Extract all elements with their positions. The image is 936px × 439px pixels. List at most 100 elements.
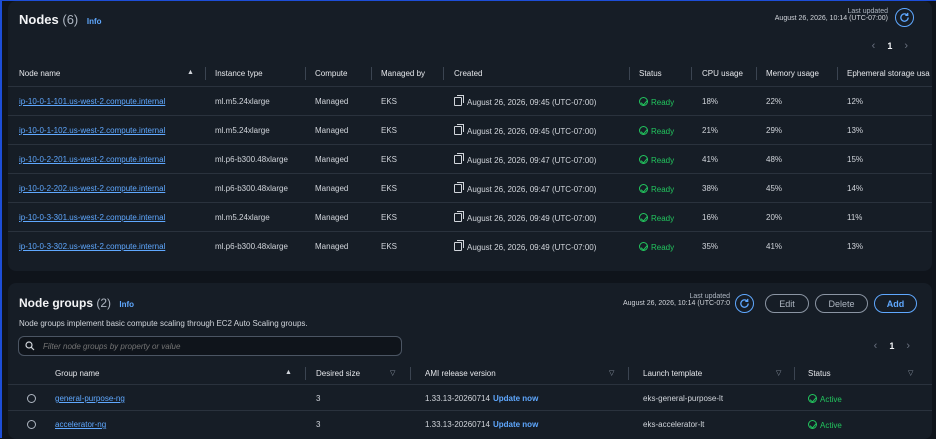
node-name-link[interactable]: ip-10-0-2-202.us-west-2.compute.internal: [19, 184, 165, 193]
sort-icon[interactable]: ▽: [609, 369, 614, 377]
chevron-left-icon[interactable]: ‹: [874, 340, 878, 352]
instance-type: ml.p6-b300.48xlarge: [215, 155, 288, 164]
col-compute[interactable]: Compute: [315, 69, 347, 78]
filter-input[interactable]: [43, 341, 383, 351]
column-divider: [629, 67, 630, 80]
sort-icon[interactable]: ▽: [908, 369, 913, 377]
status-text: Ready: [651, 243, 675, 252]
last-updated-value: August 26, 2026, 10:14 (UTC-07:00): [774, 15, 888, 22]
node-name-link[interactable]: ip-10-0-2-201.us-west-2.compute.internal: [19, 155, 165, 164]
nodes-info-link[interactable]: Info: [87, 17, 102, 26]
node-groups-refresh-button[interactable]: [735, 294, 754, 313]
column-divider: [628, 367, 629, 380]
col-launch-template[interactable]: Launch template: [643, 369, 702, 378]
instance-type: ml.p6-b300.48xlarge: [215, 242, 288, 251]
table-row: accelerator-ng 3 1.33.13-20260714 Update …: [8, 410, 932, 436]
created: August 26, 2026, 09:47 (UTC-07:00): [454, 153, 597, 165]
status-ok-icon: [639, 155, 648, 164]
group-name-link[interactable]: general-purpose-ng: [55, 394, 125, 403]
filter-bar[interactable]: [18, 336, 402, 356]
node-groups-info-link[interactable]: Info: [119, 300, 134, 309]
table-row: general-purpose-ng 3 1.33.13-20260714 Upd…: [8, 384, 932, 410]
edit-button[interactable]: Edit: [765, 294, 809, 313]
status-ok-icon: [639, 97, 648, 106]
group-name-link[interactable]: accelerator-ng: [55, 420, 106, 429]
page-number[interactable]: 1: [889, 341, 894, 351]
compute: Managed: [315, 155, 349, 164]
copy-icon[interactable]: [454, 95, 464, 106]
col-memory-usage[interactable]: Memory usage: [766, 69, 819, 78]
column-divider: [691, 67, 692, 80]
col-managed-by[interactable]: Managed by: [381, 69, 425, 78]
sort-icon[interactable]: ▽: [776, 369, 781, 377]
created: August 26, 2026, 09:45 (UTC-07:00): [454, 95, 596, 107]
ami-release-version: 1.33.13-20260714 Update now: [425, 394, 538, 403]
col-group-name[interactable]: Group name: [55, 369, 99, 378]
col-instance-type[interactable]: Instance type: [215, 69, 263, 78]
col-cpu-usage[interactable]: CPU usage: [702, 69, 743, 78]
status-ok-icon: [639, 213, 648, 222]
last-updated-value: August 26, 2026, 10:14 (UTC-07:0: [622, 300, 730, 307]
sort-ascending-icon[interactable]: ▲: [285, 369, 292, 376]
status-text: Active: [820, 395, 842, 404]
node-name-link[interactable]: ip-10-0-3-301.us-west-2.compute.internal: [19, 213, 165, 222]
row-radio-button[interactable]: [27, 420, 36, 429]
launch-template: eks-accelerator-lt: [643, 420, 705, 429]
row-radio-button[interactable]: [27, 394, 36, 403]
status-ok-icon: [808, 420, 817, 429]
compute: Managed: [315, 126, 349, 135]
node-groups-panel: Node groups (2) Info Node groups impleme…: [8, 283, 932, 439]
ami-version-text: 1.33.13-20260714: [425, 420, 490, 429]
col-status[interactable]: Status: [808, 369, 831, 378]
storage-usage: 13%: [847, 126, 864, 135]
created: August 26, 2026, 09:49 (UTC-07:00): [454, 240, 596, 252]
launch-template: eks-general-purpose-lt: [643, 394, 724, 403]
status-ok-icon: [639, 184, 648, 193]
cpu-usage: 18%: [702, 97, 719, 106]
managed-by: EKS: [381, 184, 398, 193]
managed-by: EKS: [381, 97, 398, 106]
node-name-link[interactable]: ip-10-0-1-102.us-west-2.compute.internal: [19, 126, 165, 135]
col-created[interactable]: Created: [454, 69, 482, 78]
col-status[interactable]: Status: [639, 69, 662, 78]
instance-type: ml.m5.24xlarge: [215, 126, 270, 135]
copy-icon[interactable]: [454, 153, 464, 164]
managed-by: EKS: [381, 126, 398, 135]
created: August 26, 2026, 09:47 (UTC-07:00): [454, 182, 596, 194]
col-ami-release-version[interactable]: AMI release version: [425, 369, 496, 378]
copy-icon[interactable]: [454, 240, 464, 251]
add-button[interactable]: Add: [874, 294, 917, 313]
nodes-title: Nodes (6) Info: [19, 12, 102, 27]
memory-usage: 48%: [766, 155, 783, 164]
chevron-right-icon[interactable]: ›: [906, 340, 910, 352]
memory-usage: 29%: [766, 126, 783, 135]
node-name-link[interactable]: ip-10-0-3-302.us-west-2.compute.internal: [19, 242, 165, 251]
copy-icon[interactable]: [454, 211, 464, 222]
copy-icon[interactable]: [454, 182, 464, 193]
table-row: ip-10-0-3-301.us-west-2.compute.internal…: [8, 202, 932, 231]
col-desired-size[interactable]: Desired size: [316, 369, 360, 378]
node-name-link[interactable]: ip-10-0-1-101.us-west-2.compute.internal: [19, 97, 165, 106]
page-number[interactable]: 1: [887, 41, 892, 51]
delete-button[interactable]: Delete: [815, 294, 868, 313]
compute: Managed: [315, 97, 349, 106]
copy-icon[interactable]: [454, 124, 464, 135]
sort-icon[interactable]: ▽: [390, 369, 395, 377]
update-now-link[interactable]: Update now: [493, 394, 538, 403]
created: August 26, 2026, 09:45 (UTC-07:00): [454, 124, 596, 136]
chevron-right-icon[interactable]: ›: [904, 40, 908, 52]
nodes-panel: Nodes (6) Info Last updated August 26, 2…: [8, 1, 932, 271]
status-text: Ready: [651, 156, 675, 165]
memory-usage: 41%: [766, 242, 783, 251]
last-updated-label: Last updated: [689, 293, 730, 300]
column-divider: [837, 67, 838, 80]
sort-ascending-icon[interactable]: ▲: [187, 69, 194, 76]
last-updated-label: Last updated: [847, 8, 888, 15]
update-now-link[interactable]: Update now: [493, 420, 538, 429]
storage-usage: 12%: [847, 97, 864, 106]
chevron-left-icon[interactable]: ‹: [872, 40, 876, 52]
created-value: August 26, 2026, 09:47 (UTC-07:00): [467, 156, 597, 165]
col-ephemeral-storage[interactable]: Ephemeral storage usa: [847, 69, 930, 78]
nodes-refresh-button[interactable]: [895, 8, 914, 27]
col-node-name[interactable]: Node name: [19, 69, 60, 78]
